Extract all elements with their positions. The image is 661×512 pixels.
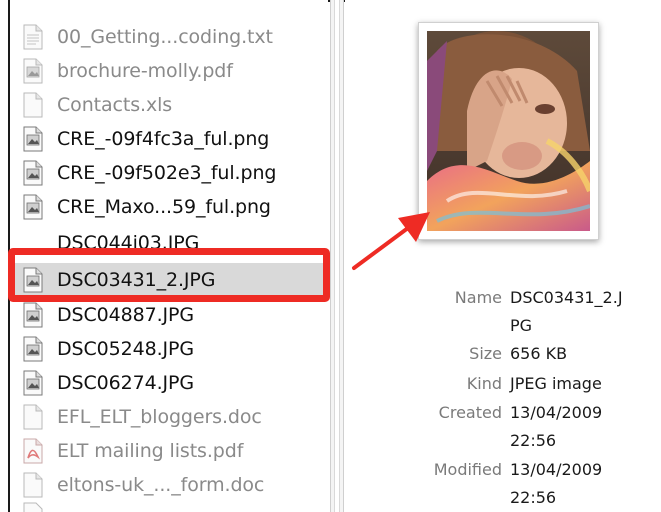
image-file-icon bbox=[23, 58, 43, 83]
info-name-label: Name bbox=[454, 288, 502, 307]
column-resize-handle[interactable] bbox=[334, 0, 340, 512]
image-file-icon bbox=[23, 126, 43, 151]
info-modified-date: 13/04/2009 bbox=[510, 460, 603, 479]
image-file-icon bbox=[23, 370, 43, 395]
selection-highlight-annotation bbox=[8, 248, 330, 302]
file-name: CRE_-09f4fc3a_ful.png bbox=[57, 127, 270, 150]
file-list-item-cutoff bbox=[10, 502, 328, 512]
info-kind-value: JPEG image bbox=[510, 374, 602, 393]
file-list-item[interactable]: ELT mailing lists.pdf bbox=[10, 434, 328, 467]
file-list-item[interactable]: brochure-molly.pdf bbox=[10, 54, 328, 87]
file-name: eltons-uk_..._form.doc bbox=[57, 473, 265, 496]
image-file-icon bbox=[23, 160, 43, 185]
file-list-item[interactable]: CRE_-09f4fc3a_ful.png bbox=[10, 122, 328, 155]
file-name: EFL_ELT_bloggers.doc bbox=[57, 405, 262, 428]
image-file-icon bbox=[23, 302, 43, 327]
info-kind-label: Kind bbox=[466, 374, 502, 393]
file-name: brochure-molly.pdf bbox=[57, 59, 233, 82]
info-size-value: 656 KB bbox=[510, 344, 568, 363]
info-created-date: 13/04/2009 bbox=[510, 403, 603, 422]
file-name: CRE_-09f502e3_ful.png bbox=[57, 161, 277, 184]
preview-thumbnail[interactable] bbox=[418, 22, 599, 240]
image-file-icon bbox=[23, 336, 43, 361]
file-list-item[interactable]: DSC04887.JPG bbox=[10, 298, 328, 331]
finder-column-view: 00_Getting...coding.txt brochure-molly.p… bbox=[0, 0, 661, 512]
info-modified-time: 22:56 bbox=[510, 488, 557, 507]
file-list-item[interactable]: eltons-uk_..._form.doc bbox=[10, 468, 328, 501]
image-file-icon bbox=[23, 194, 43, 219]
photo-preview-image bbox=[427, 31, 590, 231]
file-list-item[interactable]: Contacts.xls bbox=[10, 88, 328, 121]
pdf-file-icon bbox=[23, 438, 43, 463]
file-name: Contacts.xls bbox=[57, 93, 173, 116]
blank-file-icon bbox=[23, 502, 43, 512]
file-name: 00_Getting...coding.txt bbox=[57, 25, 273, 48]
file-name: DSC04887.JPG bbox=[57, 303, 195, 326]
info-size-label: Size bbox=[469, 344, 502, 363]
file-name: CRE_Maxo...59_ful.png bbox=[57, 195, 271, 218]
info-modified-label: Modified bbox=[433, 460, 502, 479]
file-list-item[interactable]: CRE_-09f502e3_ful.png bbox=[10, 156, 328, 189]
file-name: DSC06274.JPG bbox=[57, 371, 195, 394]
file-list-item[interactable]: EFL_ELT_bloggers.doc bbox=[10, 400, 328, 433]
blank-file-icon bbox=[23, 92, 43, 117]
file-name: DSC044i03.JPG bbox=[57, 232, 200, 248]
file-list-item[interactable]: DSC05248.JPG bbox=[10, 332, 328, 365]
file-name: ELT mailing lists.pdf bbox=[57, 439, 244, 462]
file-list-item[interactable]: CRE_Maxo...59_ful.png bbox=[10, 190, 328, 223]
text-file-icon bbox=[23, 24, 43, 49]
blank-file-icon bbox=[23, 404, 43, 429]
file-name: DSC05248.JPG bbox=[57, 337, 195, 360]
arrow-annotation-icon bbox=[352, 212, 430, 270]
info-created-time: 22:56 bbox=[510, 431, 557, 450]
info-name-value: DSC03431_2.J bbox=[510, 288, 623, 307]
info-name-value-cont: PG bbox=[510, 316, 533, 335]
file-list-item[interactable]: DSC06274.JPG bbox=[10, 366, 328, 399]
file-list-item-partial[interactable]: DSC044i03.JPG bbox=[10, 226, 328, 248]
info-created-label: Created bbox=[438, 403, 502, 422]
file-list-item[interactable]: 00_Getting...coding.txt bbox=[10, 20, 328, 53]
blank-file-icon bbox=[23, 472, 43, 497]
